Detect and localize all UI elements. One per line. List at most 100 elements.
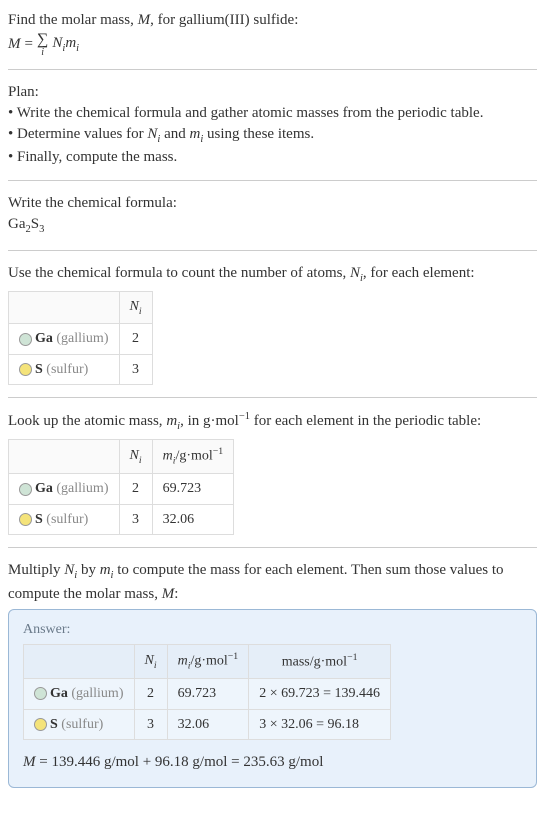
th-mass: mass/g·mol−1 — [249, 644, 391, 678]
table-row: Ga (gallium) 2 69.723 2 × 69.723 = 139.4… — [24, 678, 391, 709]
cell-n: 3 — [134, 709, 167, 740]
eq-M: M — [8, 34, 21, 55]
eq-i2: i — [76, 43, 79, 54]
answer-table: Ni mi/g·mol−1 mass/g·mol−1 Ga (gallium) … — [23, 644, 391, 740]
mass-line: Look up the atomic mass, mi, in g·mol−1 … — [8, 410, 537, 435]
element-swatch-icon — [34, 718, 47, 731]
cell-m: 32.06 — [167, 709, 249, 740]
el-sym: S — [35, 362, 43, 377]
el-sym: Ga — [50, 686, 68, 701]
intro-equation: M = ∑ i Nimi — [8, 33, 537, 57]
answer-box: Answer: Ni mi/g·mol−1 mass/g·mol−1 Ga (g… — [8, 609, 537, 788]
cell-m: 69.723 — [152, 474, 234, 505]
compute-p4: : — [174, 586, 178, 602]
cell-calc: 3 × 32.06 = 96.18 — [249, 709, 391, 740]
table-header-row: Ni — [9, 291, 153, 324]
el-sym: S — [50, 717, 58, 732]
intro-section: Find the molar mass, M, for gallium(III)… — [8, 4, 537, 63]
plan-section: Plan: • Write the chemical formula and g… — [8, 76, 537, 175]
divider — [8, 180, 537, 181]
cell-element: S (sulfur) — [9, 504, 120, 535]
cell-n: 2 — [119, 324, 152, 355]
count-suffix: , for each element: — [363, 265, 475, 281]
plan-b2-m: m — [189, 126, 200, 142]
formula-s: S — [31, 216, 39, 232]
el-name: (gallium) — [71, 686, 123, 701]
sigma-symbol: ∑ — [37, 33, 48, 47]
th-empty — [24, 644, 135, 678]
element-swatch-icon — [19, 483, 32, 496]
th-Ni-N: N — [130, 299, 139, 314]
element-swatch-icon — [19, 333, 32, 346]
th-mi: mi/g·mol−1 — [167, 644, 249, 678]
th-Ni-i: i — [139, 306, 142, 317]
plan-bullet-1: • Write the chemical formula and gather … — [8, 103, 537, 124]
cell-n: 2 — [119, 474, 152, 505]
plan-title: Plan: — [8, 82, 537, 103]
count-line: Use the chemical formula to count the nu… — [8, 263, 537, 287]
intro-line: Find the molar mass, M, for gallium(III)… — [8, 10, 537, 31]
sigma-sub: i — [41, 48, 44, 57]
answer-label: Answer: — [23, 620, 522, 640]
th-empty — [9, 440, 120, 474]
cell-element: S (sulfur) — [24, 709, 135, 740]
cell-m: 32.06 — [152, 504, 234, 535]
plan-b2-and: and — [160, 126, 189, 142]
plan-b2-prefix: • Determine values for — [8, 126, 147, 142]
th-Ni-i: i — [139, 455, 142, 466]
th-Ni-i: i — [154, 659, 157, 670]
th-mi-unit: /g·mol — [190, 653, 227, 668]
table-row: Ga (gallium) 2 — [9, 324, 153, 355]
chem-formula: Ga2S3 — [8, 214, 537, 238]
el-name: (sulfur) — [46, 362, 88, 377]
element-swatch-icon — [19, 513, 32, 526]
th-mass-exp: −1 — [347, 652, 357, 663]
th-Ni: Ni — [119, 440, 152, 474]
final-answer: M = 139.446 g/mol + 96.18 g/mol = 235.63… — [23, 752, 522, 773]
compute-section: Multiply Ni by mi to compute the mass fo… — [8, 554, 537, 794]
intro-suffix: , for gallium(III) sulfide: — [150, 12, 298, 28]
final-M: M — [23, 754, 36, 770]
el-sym: S — [35, 512, 43, 527]
intro-M: M — [138, 12, 151, 28]
compute-N: N — [64, 562, 74, 578]
compute-m: m — [100, 562, 111, 578]
formula-ga: Ga — [8, 216, 26, 232]
compute-M: M — [162, 586, 175, 602]
mass-prefix: Look up the atomic mass, — [8, 413, 166, 429]
divider — [8, 69, 537, 70]
divider — [8, 250, 537, 251]
plan-bullet-2: • Determine values for Ni and mi using t… — [8, 124, 537, 148]
eq-m: m — [65, 35, 76, 51]
th-Ni: Ni — [134, 644, 167, 678]
cell-m: 69.723 — [167, 678, 249, 709]
compute-line: Multiply Ni by mi to compute the mass fo… — [8, 560, 537, 605]
el-name: (gallium) — [56, 481, 108, 496]
plan-bullet-3: • Finally, compute the mass. — [8, 147, 537, 168]
eq-term: Nimi — [52, 33, 79, 57]
el-sym: Ga — [35, 331, 53, 346]
th-mi: mi/g·mol−1 — [152, 440, 234, 474]
th-mi-m: m — [178, 653, 188, 668]
cell-n: 3 — [119, 354, 152, 385]
count-N: N — [350, 265, 360, 281]
compute-p1: Multiply — [8, 562, 64, 578]
divider — [8, 397, 537, 398]
formula-s-n: 3 — [39, 224, 44, 235]
th-mi-exp: −1 — [228, 651, 238, 662]
cell-calc: 2 × 69.723 = 139.446 — [249, 678, 391, 709]
cell-n: 2 — [134, 678, 167, 709]
table-row: S (sulfur) 3 32.06 3 × 32.06 = 96.18 — [24, 709, 391, 740]
th-Ni-N: N — [145, 653, 154, 668]
th-mi-unit: /g·mol — [175, 449, 212, 464]
cell-element: S (sulfur) — [9, 354, 120, 385]
cell-element: Ga (gallium) — [24, 678, 135, 709]
count-section: Use the chemical formula to count the nu… — [8, 257, 537, 391]
table-header-row: Ni mi/g·mol−1 — [9, 440, 234, 474]
cell-element: Ga (gallium) — [9, 324, 120, 355]
th-mi-exp: −1 — [213, 446, 223, 457]
compute-p2: by — [77, 562, 100, 578]
el-name: (gallium) — [56, 331, 108, 346]
element-swatch-icon — [34, 687, 47, 700]
mass-mid: , in g·mol — [180, 413, 239, 429]
